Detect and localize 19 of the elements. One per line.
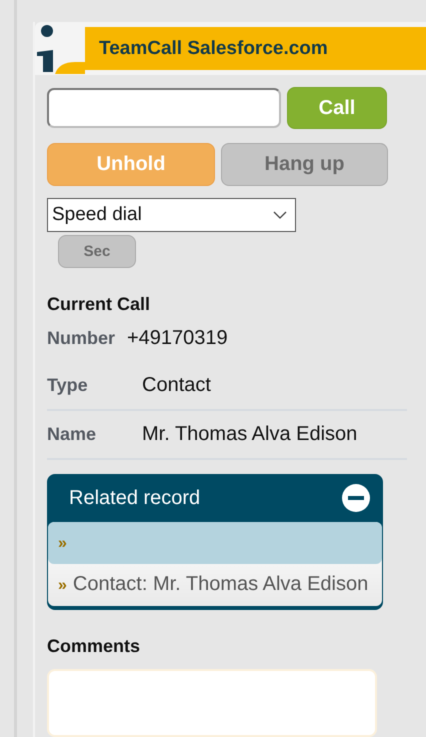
record-item[interactable]: » Contact: Mr. Thomas Alva Edison xyxy=(48,564,382,606)
field-value: Contact xyxy=(142,374,211,397)
field-label: Number xyxy=(47,328,116,349)
record-item[interactable]: » xyxy=(48,522,382,564)
speed-dial-dropdown[interactable]: Speed dial xyxy=(47,198,296,232)
field-value: Mr. Thomas Alva Edison xyxy=(142,423,358,446)
field-label: Type xyxy=(47,375,89,396)
field-value: +49170319 xyxy=(127,327,228,350)
chevron-down-icon xyxy=(273,211,287,219)
section-heading: Comments xyxy=(47,636,142,657)
app-title: TeamCall Salesforce.com xyxy=(99,38,328,60)
field-label: Name xyxy=(47,424,98,445)
panel-title: Related record xyxy=(69,486,200,510)
collapse-icon[interactable] xyxy=(341,483,371,513)
comments-field[interactable] xyxy=(47,669,377,737)
unhold-button[interactable]: Unhold xyxy=(47,143,215,186)
phone-number-field[interactable] xyxy=(47,88,281,128)
call-button[interactable]: Call xyxy=(287,87,387,129)
section-heading: Current Call xyxy=(47,294,152,315)
